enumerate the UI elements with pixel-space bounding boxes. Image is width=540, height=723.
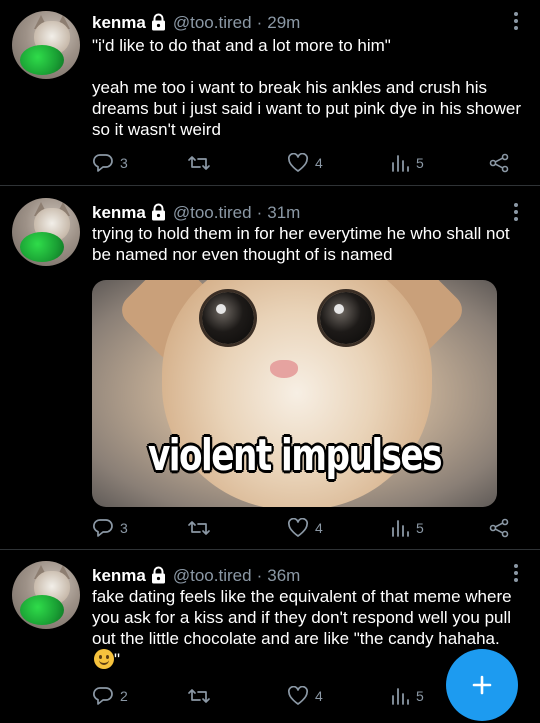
- retweet-button[interactable]: [187, 153, 217, 173]
- like-button[interactable]: 4: [287, 153, 323, 173]
- handle[interactable]: @too.tired: [173, 13, 252, 32]
- timestamp[interactable]: 31m: [267, 203, 300, 222]
- reply-count: 3: [120, 520, 128, 536]
- reply-icon: [93, 519, 113, 537]
- share-icon: [489, 518, 509, 538]
- more-options-icon[interactable]: [514, 203, 518, 224]
- like-button[interactable]: 4: [287, 518, 323, 538]
- image-caption: violent impulses: [147, 430, 443, 481]
- retweet-icon: [188, 521, 210, 535]
- plus-icon: [472, 675, 492, 695]
- retweet-button[interactable]: [187, 518, 217, 538]
- cat-eye: [320, 292, 372, 344]
- tweet-actions: 3 4 5: [92, 153, 512, 175]
- timestamp[interactable]: 29m: [267, 13, 300, 32]
- retweet-icon: [188, 689, 210, 703]
- tweet[interactable]: kenma @too.tired · 29m "i'd like to do that…: [0, 0, 540, 186]
- tweet-image[interactable]: violent impulses: [92, 280, 497, 507]
- display-name[interactable]: kenma: [92, 566, 146, 585]
- tweet-header: kenma @too.tired · 29m: [92, 13, 300, 36]
- reply-count: 2: [120, 688, 128, 704]
- heart-icon: [287, 153, 309, 172]
- separator: ·: [256, 203, 263, 222]
- views-count: 5: [416, 688, 424, 704]
- avatar[interactable]: [12, 561, 80, 629]
- reply-icon: [93, 154, 113, 172]
- share-button[interactable]: [488, 153, 510, 173]
- handle[interactable]: @too.tired: [173, 203, 252, 222]
- views-button[interactable]: 5: [390, 153, 424, 173]
- heart-icon: [287, 518, 309, 537]
- views-button[interactable]: 5: [390, 686, 424, 706]
- avatar[interactable]: [12, 198, 80, 266]
- more-options-icon[interactable]: [514, 12, 518, 33]
- like-count: 4: [315, 688, 323, 704]
- heart-icon: [287, 686, 309, 705]
- lock-icon: [150, 13, 167, 36]
- separator: ·: [256, 566, 263, 585]
- cat-eye: [202, 292, 254, 344]
- views-button[interactable]: 5: [390, 518, 424, 538]
- like-button[interactable]: 4: [287, 686, 323, 706]
- tweet-actions: 3 4 5: [92, 518, 512, 540]
- like-count: 4: [315, 520, 323, 536]
- tweet-text-end: ": [114, 650, 121, 669]
- retweet-button[interactable]: [187, 686, 217, 706]
- tweet-text: "i'd like to do that and a lot more to h…: [92, 36, 521, 139]
- like-count: 4: [315, 155, 323, 171]
- reply-icon: [93, 687, 113, 705]
- views-count: 5: [416, 520, 424, 536]
- timestamp[interactable]: 36m: [267, 566, 300, 585]
- retweet-icon: [188, 156, 210, 170]
- reply-count: 3: [120, 155, 128, 171]
- bar-chart-icon: [392, 688, 409, 705]
- bar-chart-icon: [392, 155, 409, 172]
- compose-tweet-button[interactable]: [446, 649, 518, 721]
- share-button[interactable]: [488, 518, 510, 538]
- bar-chart-icon: [392, 520, 409, 537]
- handle[interactable]: @too.tired: [173, 566, 252, 585]
- views-count: 5: [416, 155, 424, 171]
- tweet-text-content: fake dating feels like the equivalent of…: [92, 587, 517, 648]
- display-name[interactable]: kenma: [92, 203, 146, 222]
- share-icon: [489, 153, 509, 173]
- tweet-text: trying to hold them in for her everytime…: [92, 224, 515, 264]
- reply-button[interactable]: 3: [92, 518, 128, 538]
- smiley-emoji-icon: [94, 649, 114, 669]
- reply-button[interactable]: 3: [92, 153, 128, 173]
- cat-nose: [270, 360, 298, 378]
- reply-button[interactable]: 2: [92, 686, 128, 706]
- more-options-icon[interactable]: [514, 564, 518, 585]
- avatar[interactable]: [12, 11, 80, 79]
- tweet[interactable]: kenma @too.tired · 31m trying to hold them …: [0, 186, 540, 550]
- display-name[interactable]: kenma: [92, 13, 146, 32]
- separator: ·: [256, 13, 263, 32]
